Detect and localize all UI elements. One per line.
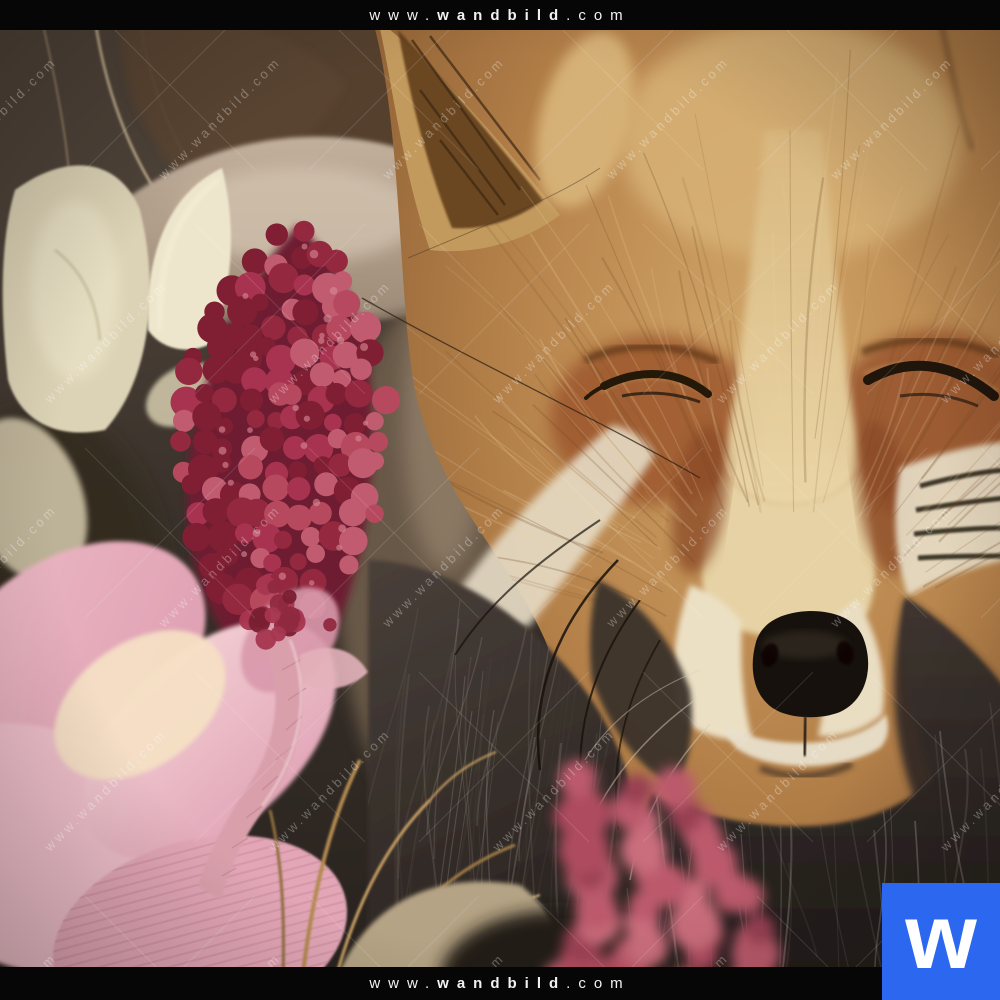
wall-art-product-preview: www.wandbild.comwww.wandbild.comwww.wand… xyxy=(0,0,1000,1000)
url-brand: wandbild xyxy=(437,8,566,23)
url-prefix: www. xyxy=(369,976,437,991)
logo-letter: w xyxy=(905,891,977,983)
wandbild-logo-badge: w xyxy=(882,883,1000,1000)
url-brand: wandbild xyxy=(437,976,566,991)
fox-with-flowers-artwork: www.wandbild.comwww.wandbild.comwww.wand… xyxy=(0,0,1000,1000)
url-prefix: www. xyxy=(369,8,437,23)
url-suffix: .com xyxy=(566,8,631,23)
bottom-url-bar: www.wandbild.com xyxy=(0,967,1000,1000)
top-url-bar: www.wandbild.com xyxy=(0,0,1000,30)
url-suffix: .com xyxy=(566,976,631,991)
